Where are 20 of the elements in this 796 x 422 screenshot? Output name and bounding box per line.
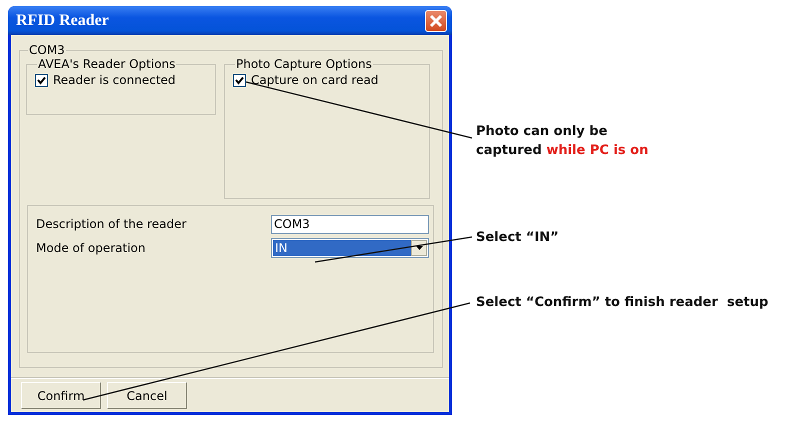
window-title: RFID Reader [16,12,110,30]
field-label: Mode of operation [36,241,146,255]
callout-text: Photo can only be captured while PC is on [476,123,648,160]
callout-text: Select “IN” [476,229,559,247]
close-button[interactable] [425,10,447,32]
callout-text: Select “Confirm” to finish reader setup [476,294,768,312]
close-icon [429,14,443,28]
text-field[interactable]: COM3 [271,214,429,234]
dialog-button[interactable]: Cancel [107,382,187,409]
checkbox[interactable] [35,74,48,86]
group-title: Photo Capture Options [235,57,373,71]
group-title: COM3 [28,43,66,57]
dialog-button[interactable]: Confirm [21,382,101,409]
checkbox[interactable] [233,74,246,86]
dropdown-value: IN [273,240,411,256]
group-title: AVEA's Reader Options [37,57,176,71]
checkbox-label[interactable]: Reader is connected [53,73,176,87]
checkbox-label[interactable]: Capture on card read [251,73,378,87]
field-label: Description of the reader [36,217,186,231]
dropdown[interactable]: IN [271,238,429,258]
